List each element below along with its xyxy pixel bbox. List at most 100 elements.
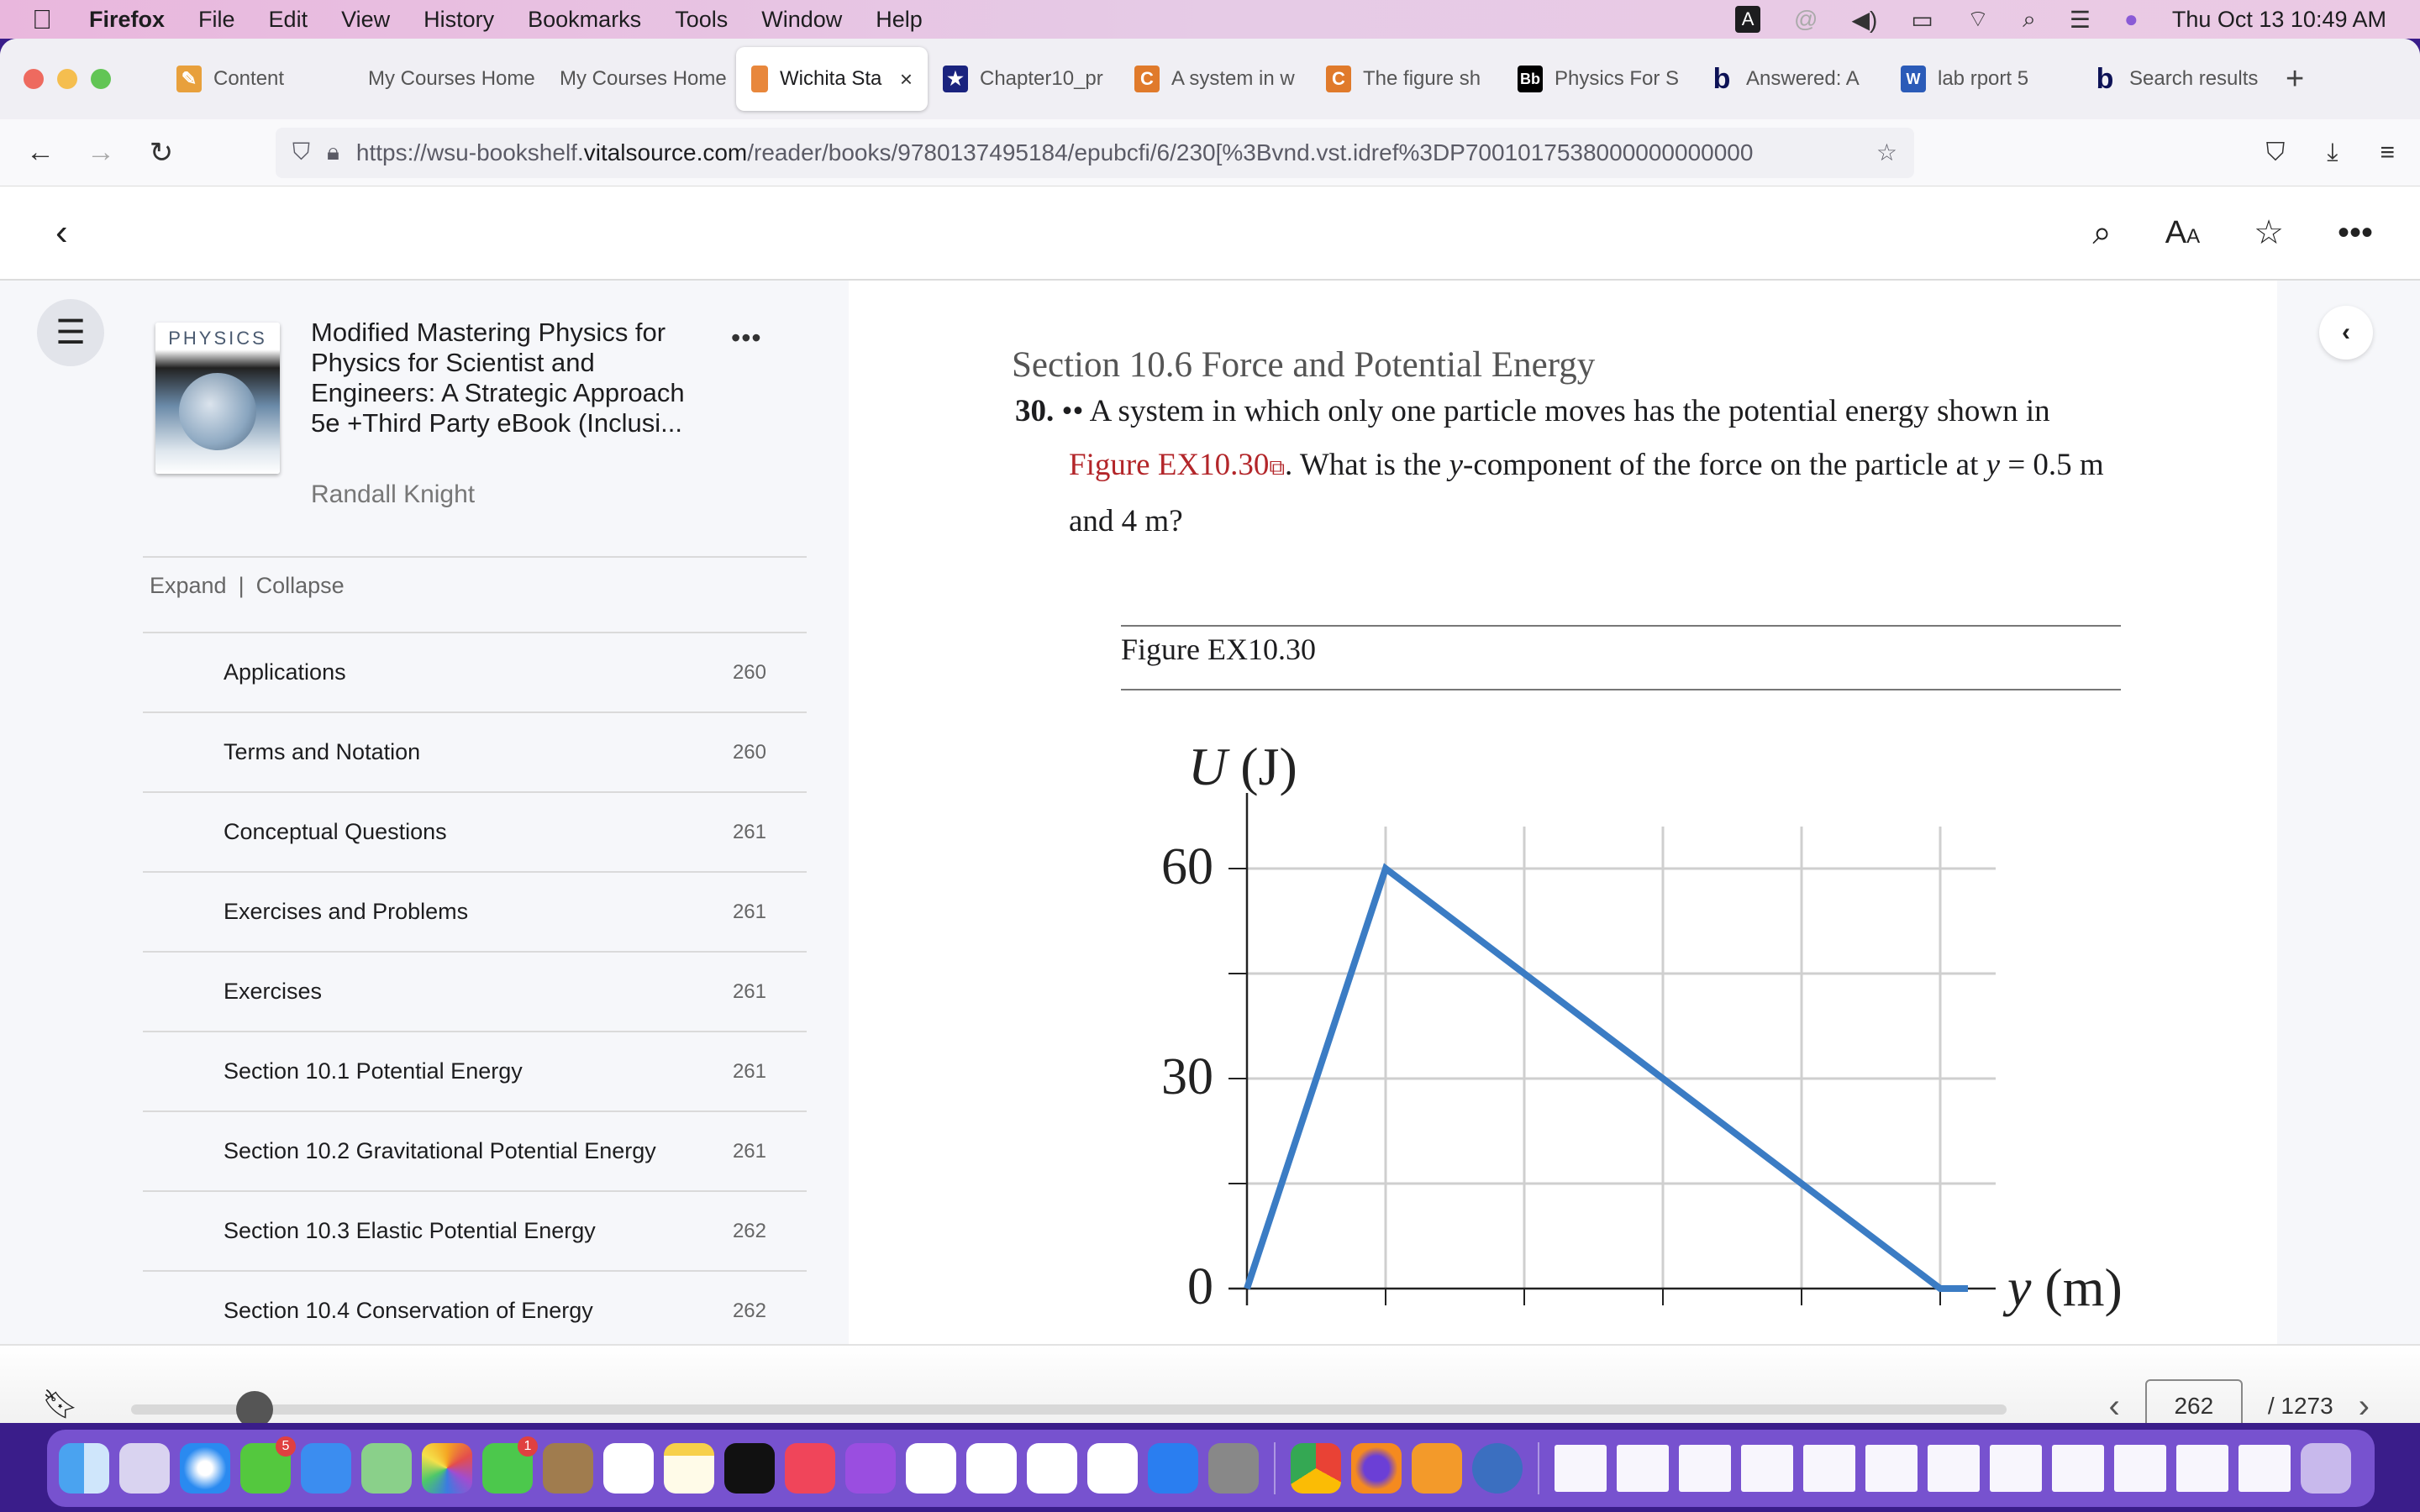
bookmark-star-icon[interactable]: ☆ bbox=[1876, 139, 1897, 166]
menu-view[interactable]: View bbox=[341, 7, 390, 33]
apple-menu-icon[interactable]:  bbox=[32, 4, 66, 35]
recent-document-thumbnail[interactable] bbox=[1990, 1445, 2042, 1492]
books-icon[interactable] bbox=[1412, 1443, 1462, 1494]
spotlight-search-icon[interactable]: ⌕ bbox=[2023, 6, 2036, 34]
tab-chapter10[interactable]: ★ Chapter10_pr bbox=[928, 47, 1119, 111]
minimized-window-thumbnail[interactable] bbox=[2238, 1445, 2291, 1492]
tab-content[interactable]: ✎ Content bbox=[161, 47, 353, 111]
menu-edit[interactable]: Edit bbox=[269, 7, 308, 33]
recent-document-thumbnail[interactable] bbox=[1865, 1445, 1918, 1492]
toc-item[interactable]: Exercises and Problems 261 bbox=[143, 873, 807, 953]
url-bar[interactable]: ⛉ 🔒︎ https://wsu-bookshelf.vitalsource.c… bbox=[276, 127, 1914, 178]
close-window-button[interactable] bbox=[24, 69, 44, 89]
recent-document-thumbnail[interactable] bbox=[1617, 1445, 1669, 1492]
facetime-icon[interactable]: 1 bbox=[482, 1436, 538, 1494]
chrome-icon[interactable] bbox=[1291, 1443, 1341, 1494]
toc-item[interactable]: Section 10.4 Conservation of Energy 262 bbox=[143, 1272, 807, 1344]
firefox-icon[interactable] bbox=[1351, 1443, 1402, 1494]
tracking-shield-icon[interactable]: ⛉ bbox=[292, 139, 310, 166]
battery-icon[interactable]: ▭ bbox=[1911, 6, 1933, 34]
keynote-icon[interactable] bbox=[966, 1443, 1017, 1494]
mail-icon[interactable] bbox=[301, 1443, 351, 1494]
tab-bartleby-search[interactable]: b Search results bbox=[2077, 47, 2269, 111]
menu-tools[interactable]: Tools bbox=[675, 7, 728, 33]
input-source-indicator[interactable]: A bbox=[1735, 6, 1761, 33]
url-text[interactable]: https://wsu-bookshelf.vitalsource.com/re… bbox=[356, 139, 1860, 166]
more-options-icon[interactable]: ••• bbox=[2338, 214, 2373, 252]
tab-chegg-system[interactable]: C A system in w bbox=[1119, 47, 1311, 111]
minimized-window-thumbnail[interactable] bbox=[2114, 1445, 2166, 1492]
bookmark-icon[interactable]: 🔖︎ bbox=[42, 1388, 78, 1421]
tab-my-courses-2[interactable]: My Courses Home bbox=[544, 47, 736, 111]
menu-app-firefox[interactable]: Firefox bbox=[89, 7, 165, 33]
zoom-window-button[interactable] bbox=[91, 69, 111, 89]
podcasts-icon[interactable] bbox=[845, 1443, 896, 1494]
numbers-icon[interactable] bbox=[1027, 1443, 1077, 1494]
reload-icon[interactable]: ↻ bbox=[131, 136, 192, 170]
toc-item[interactable]: Terms and Notation 260 bbox=[143, 713, 807, 793]
spiral-app-icon[interactable]: @ bbox=[1794, 6, 1818, 33]
forward-arrow-icon[interactable]: → bbox=[71, 136, 131, 169]
menu-window[interactable]: Window bbox=[761, 7, 842, 33]
news-icon[interactable] bbox=[906, 1443, 956, 1494]
minimized-window-thumbnail[interactable] bbox=[2176, 1445, 2228, 1492]
app-menu-icon[interactable]: ≡ bbox=[2380, 139, 2395, 167]
siri-icon[interactable]: ● bbox=[2124, 6, 2139, 33]
toc-item[interactable]: Conceptual Questions 261 bbox=[143, 793, 807, 873]
slider-thumb[interactable] bbox=[236, 1391, 274, 1423]
page-number-input[interactable]: 262 bbox=[2144, 1379, 2243, 1423]
tab-my-courses-1[interactable]: My Courses Home bbox=[353, 47, 544, 111]
next-page-chevron-icon[interactable]: › bbox=[2359, 1388, 2370, 1424]
maps-icon[interactable] bbox=[361, 1443, 412, 1494]
toc-item[interactable]: Applications 260 bbox=[143, 633, 807, 713]
reminders-icon[interactable] bbox=[603, 1443, 654, 1494]
tab-word-lab-report[interactable]: W lab rport 5 bbox=[1886, 47, 2077, 111]
new-tab-button[interactable]: + bbox=[2286, 61, 2304, 97]
tab-bartleby-answered[interactable]: b Answered: A bbox=[1694, 47, 1886, 111]
apple-tv-icon[interactable] bbox=[724, 1443, 775, 1494]
messages-icon[interactable]: 5 bbox=[240, 1436, 296, 1494]
book-more-options-icon[interactable]: ••• bbox=[731, 323, 762, 354]
tab-chegg-figure[interactable]: C The figure sh bbox=[1311, 47, 1502, 111]
recent-document-thumbnail[interactable] bbox=[1741, 1445, 1793, 1492]
minimized-window-thumbnail[interactable] bbox=[2052, 1445, 2104, 1492]
open-figure-icon[interactable]: ⧉ bbox=[1269, 455, 1285, 480]
contacts-icon[interactable] bbox=[543, 1443, 593, 1494]
safari-icon[interactable] bbox=[180, 1443, 230, 1494]
toc-item[interactable]: Section 10.3 Elastic Potential Energy 262 bbox=[143, 1192, 807, 1272]
launchpad-icon[interactable] bbox=[119, 1443, 170, 1494]
docx-file-icon[interactable] bbox=[1555, 1445, 1607, 1492]
app-store-icon[interactable] bbox=[1148, 1443, 1198, 1494]
expand-link[interactable]: Expand bbox=[150, 573, 227, 599]
pocket-icon[interactable]: ⛉ bbox=[2266, 139, 2286, 167]
control-center-icon[interactable]: ☰ bbox=[2070, 6, 2091, 34]
system-preferences-icon[interactable] bbox=[1208, 1443, 1259, 1494]
music-icon[interactable] bbox=[785, 1443, 835, 1494]
toc-menu-icon[interactable]: ☰ bbox=[37, 299, 104, 366]
lock-icon[interactable]: 🔒︎ bbox=[327, 139, 339, 166]
close-tab-icon[interactable]: × bbox=[900, 66, 913, 92]
search-icon[interactable]: ⌕ bbox=[2092, 214, 2111, 252]
tab-blackboard[interactable]: Bb Physics For S bbox=[1502, 47, 1694, 111]
finder-icon[interactable] bbox=[59, 1443, 109, 1494]
recent-document-thumbnail[interactable] bbox=[1803, 1445, 1855, 1492]
downloader-app-icon[interactable] bbox=[1472, 1443, 1523, 1494]
volume-icon[interactable]: ◀) bbox=[1851, 6, 1877, 34]
toc-item[interactable]: Section 10.1 Potential Energy 261 bbox=[143, 1032, 807, 1112]
reader-back-chevron-icon[interactable]: ‹ bbox=[55, 212, 68, 254]
notes-icon[interactable] bbox=[664, 1443, 714, 1494]
menu-help[interactable]: Help bbox=[876, 7, 923, 33]
recent-document-thumbnail[interactable] bbox=[1928, 1445, 1980, 1492]
back-arrow-icon[interactable]: ← bbox=[10, 136, 71, 169]
menubar-datetime[interactable]: Thu Oct 13 10:49 AM bbox=[2172, 7, 2386, 33]
menu-file[interactable]: File bbox=[198, 7, 235, 33]
text-size-icon[interactable]: AA bbox=[2165, 215, 2200, 251]
notes-highlights-icon[interactable]: ☆ bbox=[2254, 213, 2284, 252]
recent-document-thumbnail[interactable] bbox=[1679, 1445, 1731, 1492]
photos-icon[interactable] bbox=[422, 1443, 472, 1494]
toc-item[interactable]: Exercises 261 bbox=[143, 953, 807, 1032]
previous-page-chevron-icon[interactable]: ‹ bbox=[2108, 1388, 2119, 1424]
pages-icon[interactable] bbox=[1087, 1443, 1138, 1494]
figure-link[interactable]: Figure EX10.30 bbox=[1069, 448, 1269, 482]
toc-item[interactable]: Section 10.2 Gravitational Potential Ene… bbox=[143, 1112, 807, 1192]
